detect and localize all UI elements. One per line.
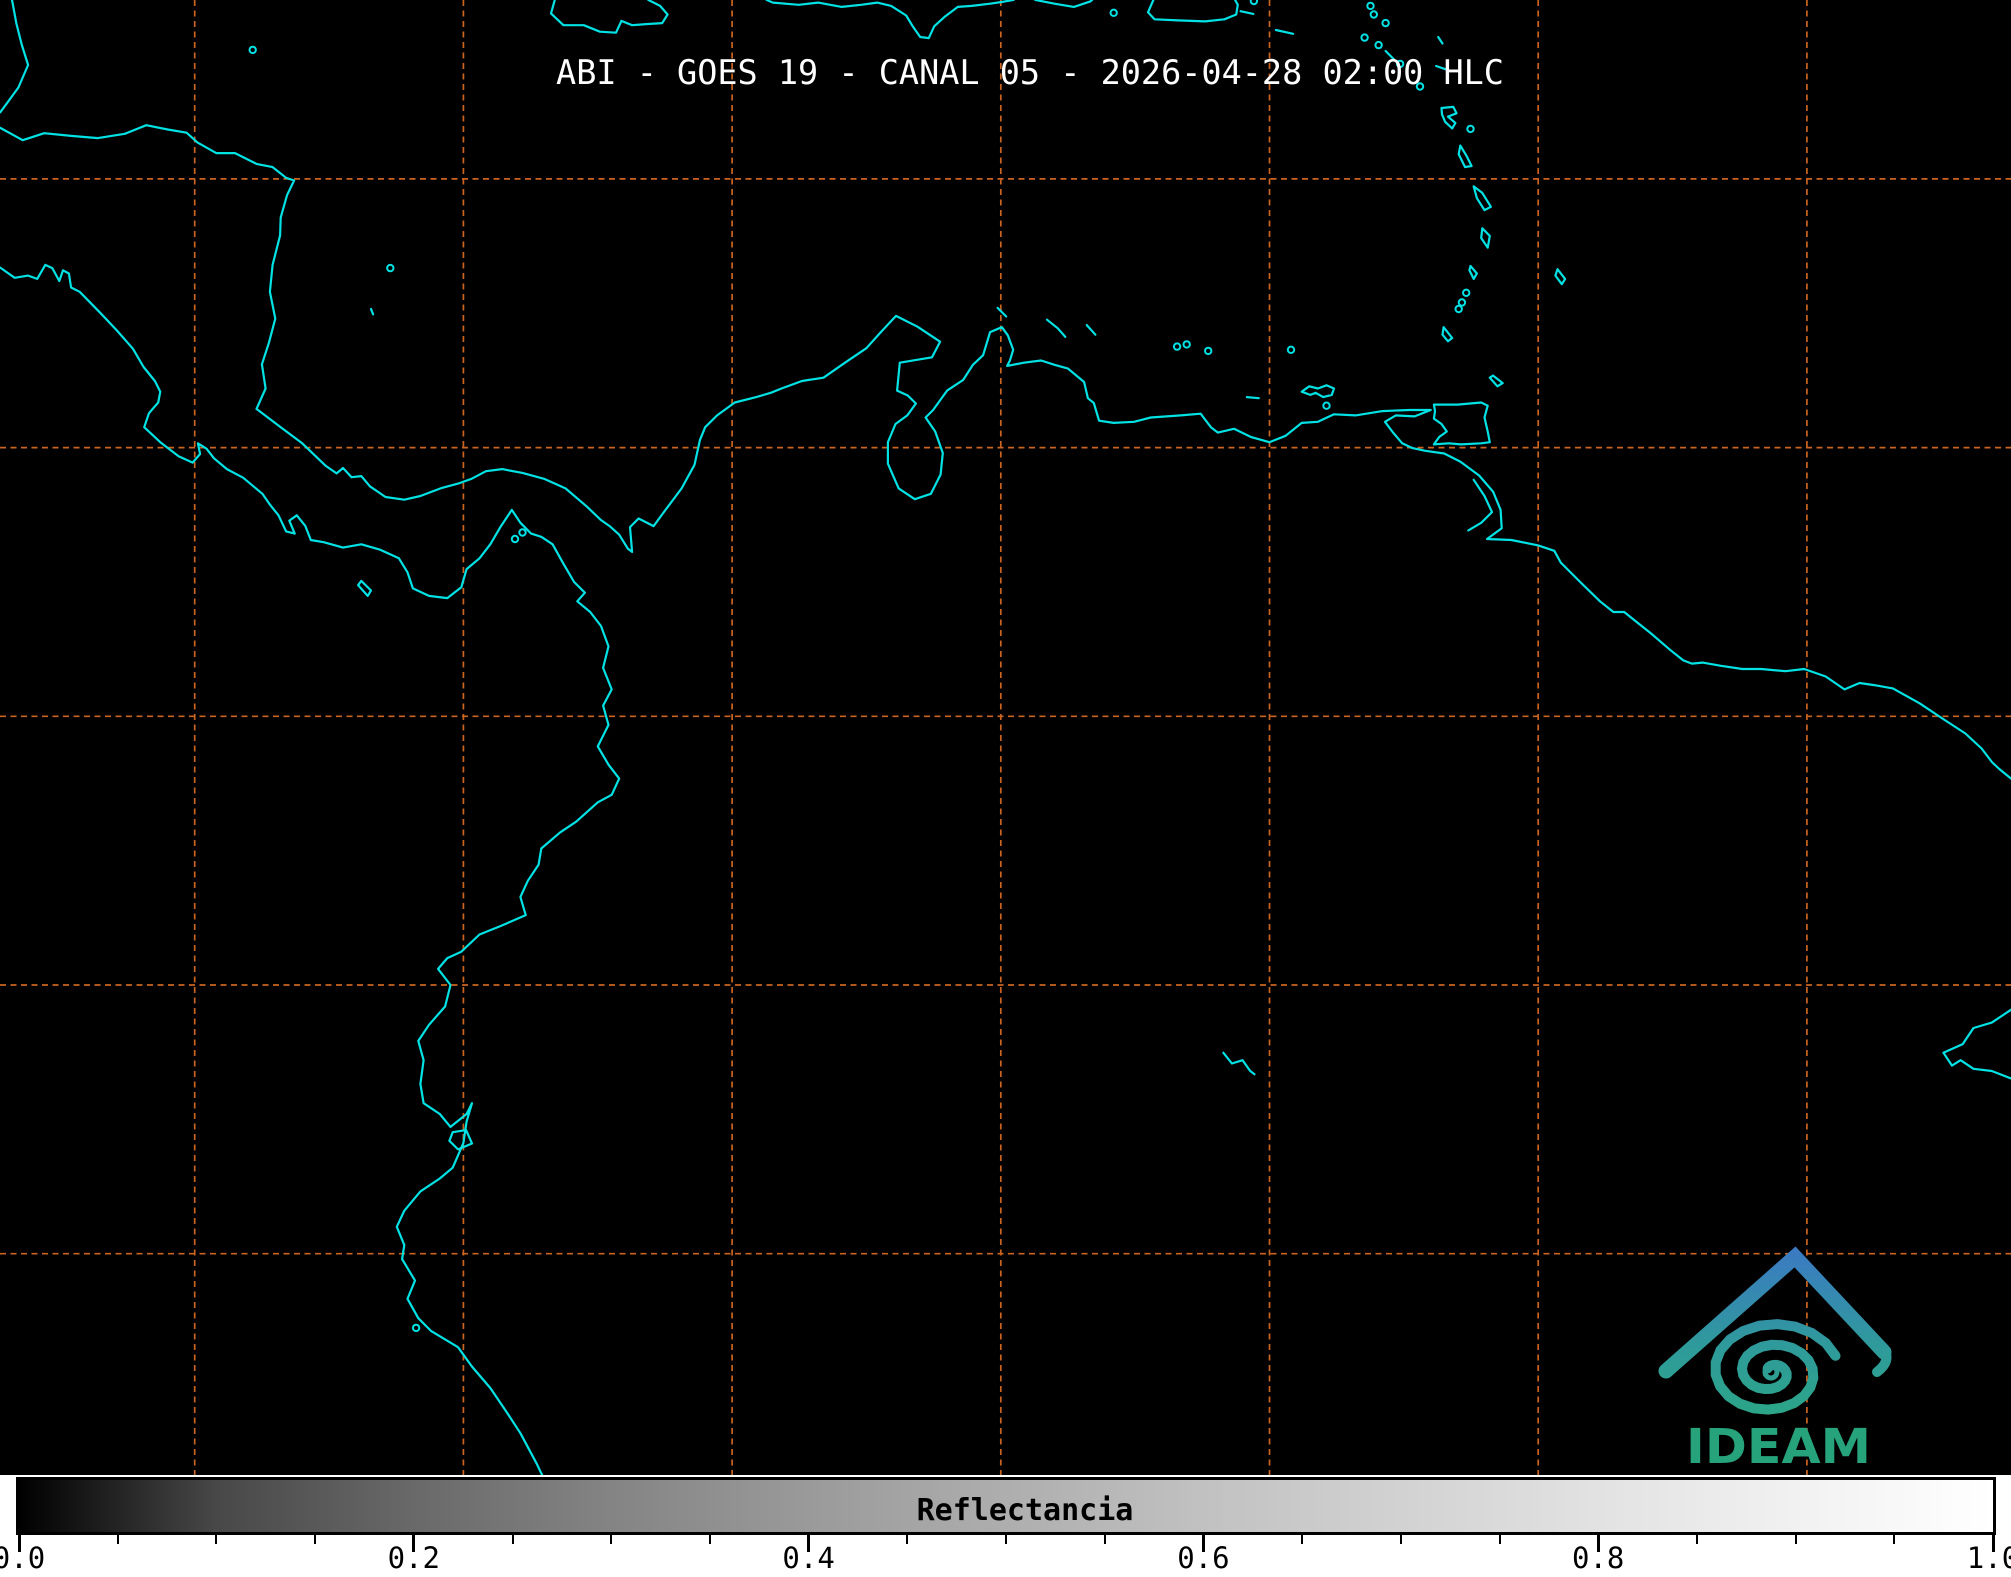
coastline-bonaire — [1085, 324, 1097, 336]
coastline-dominica — [1457, 144, 1473, 169]
ideam-logo: IDEAM — [1658, 1246, 1892, 1475]
colorbar-minor-tick — [1399, 1535, 1402, 1544]
colorbar-minor-tick — [708, 1535, 711, 1544]
colorbar-tick-label: 0.6 — [1177, 1541, 1230, 1575]
coastline-st-barthelemy — [1381, 18, 1390, 28]
colorbar-minor-tick — [1301, 1535, 1304, 1544]
coastline-mona — [1109, 8, 1118, 18]
colorbar-tick-label: 0.2 — [387, 1541, 440, 1575]
colorbar-tick-label: 0.8 — [1571, 1541, 1625, 1575]
coastline-guadeloupe — [1440, 105, 1458, 130]
coastline-pearl-islands-1 — [510, 534, 520, 544]
colorbar-minor-tick — [1103, 1535, 1106, 1544]
colorbar-minor-tick — [314, 1535, 317, 1544]
coastline-anguilla — [1366, 1, 1375, 11]
coastline-saba — [1360, 33, 1369, 42]
coastline-pearl-islands-2 — [518, 528, 527, 537]
coastline-st-martin — [1369, 10, 1379, 19]
coastline-barbuda — [1437, 35, 1444, 45]
coastline-grenadines-1 — [1462, 288, 1471, 297]
coastline-los-roques-1 — [1172, 342, 1182, 351]
coastline-providencia — [386, 263, 395, 273]
colorbar-minor-tick — [1005, 1535, 1007, 1544]
coastline-grenadines-2 — [1457, 298, 1467, 307]
coastlines — [0, 0, 2011, 1475]
colorbar-minor-tick — [116, 1535, 119, 1544]
coastline-coiba-island — [357, 579, 373, 598]
coastline-rio-negro — [1222, 1051, 1256, 1076]
coastline-martinique — [1472, 185, 1493, 212]
coastline-grenada — [1441, 326, 1454, 343]
coastline-pacific-coast — [0, 263, 621, 1475]
colorbar-minor-tick — [1893, 1535, 1896, 1544]
goes-satellite-image: IDEAM ABI - GOES 19 - CANAL 05 - 2026-04… — [0, 0, 2011, 1577]
coastline-jamaica — [549, 0, 669, 34]
coastline-curacao — [1045, 318, 1067, 338]
map-area: IDEAM ABI - GOES 19 - CANAL 05 - 2026-04… — [0, 0, 2011, 1475]
coastline-hispaniola-south — [765, 0, 1015, 40]
coastline-belize-coast — [0, 0, 30, 114]
coastline-st-eustatius — [1374, 40, 1383, 50]
coastline-puerto-rico — [1146, 0, 1239, 23]
colorbar-minor-tick — [1794, 1535, 1797, 1544]
coastline-trinidad — [1432, 401, 1491, 446]
coastline-swan-islands — [248, 45, 257, 55]
colorbar-area: Reflectancia — [0, 1475, 2011, 1577]
coastline-hispaniola-east — [1034, 0, 1094, 9]
colorbar-minor-tick — [215, 1535, 218, 1544]
colorbar-minor-tick — [906, 1535, 909, 1544]
graticule — [0, 0, 2011, 1475]
colorbar-label: Reflectancia — [916, 1493, 1134, 1528]
colorbar-minor-tick — [610, 1535, 613, 1544]
coastline-los-roques-2 — [1182, 340, 1191, 349]
coastline-la-tortuga — [1245, 396, 1260, 400]
coastline-margarita — [1300, 384, 1336, 399]
coastline-la-orchila — [1204, 346, 1213, 356]
logo-mountain-icon — [1658, 1246, 1892, 1379]
coastline-coche — [1322, 401, 1331, 410]
coastline-san-andres — [369, 307, 375, 316]
coastline-st-croix — [1274, 28, 1295, 35]
coastline-st-vincent — [1468, 264, 1479, 280]
coastline-lobos-de-tierra — [411, 1323, 421, 1333]
ideam-logo-text: IDEAM — [1686, 1419, 1871, 1475]
colorbar-tick-label: 0.4 — [782, 1541, 835, 1575]
coastline-tobago — [1488, 374, 1504, 388]
coastline-marie-galante — [1466, 124, 1475, 134]
coastline-aruba — [996, 306, 1008, 318]
coastline-st-lucia — [1480, 227, 1491, 249]
map-svg: IDEAM — [0, 0, 2011, 1475]
coastline-barbados — [1554, 268, 1567, 286]
colorbar-minor-tick — [1695, 1535, 1698, 1544]
colorbar-tick-label: 1.0 — [1966, 1541, 2011, 1575]
coastline-vieques — [1239, 10, 1255, 15]
coastline-amazon-river — [1942, 1008, 2011, 1080]
colorbar-minor-tick — [1498, 1535, 1501, 1544]
coastline-la-blanquilla — [1286, 345, 1296, 354]
coastline-culebra — [1249, 0, 1259, 6]
coastline-caribbean-mainland — [0, 124, 2011, 780]
colorbar-tick-label: 0.0 — [0, 1541, 46, 1575]
colorbar-minor-tick — [511, 1535, 514, 1544]
colorbar-gradient: Reflectancia — [16, 1477, 1996, 1535]
map-title: ABI - GOES 19 - CANAL 05 - 2026-04-28 02… — [556, 53, 1504, 92]
coastline-grenadines-3 — [1454, 304, 1463, 314]
